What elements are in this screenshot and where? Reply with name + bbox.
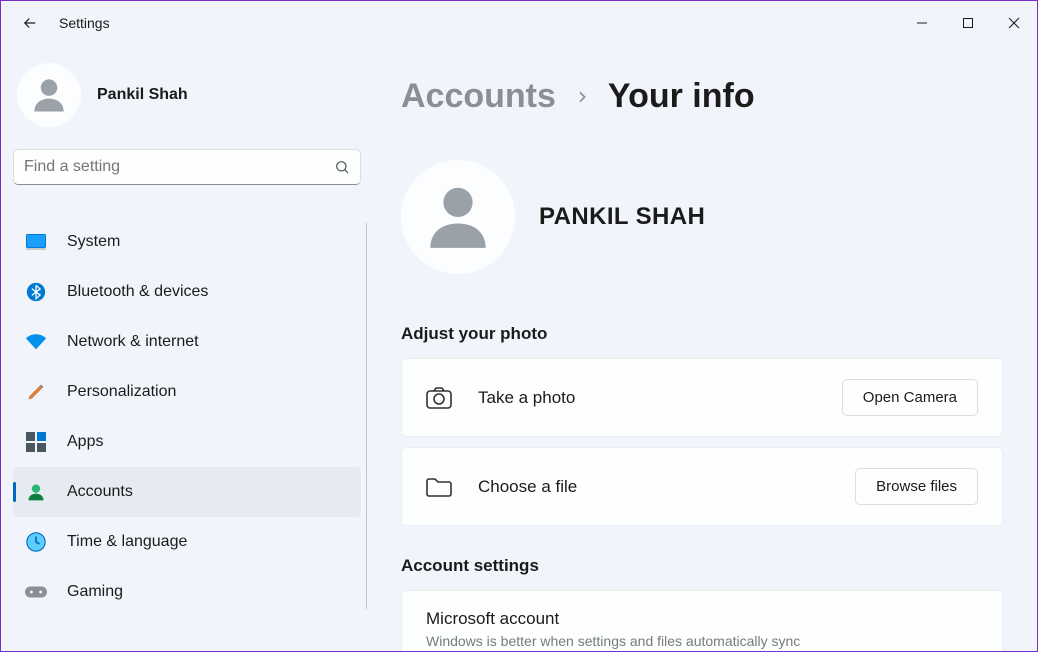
profile-name: PANKIL SHAH bbox=[539, 203, 705, 231]
gamepad-icon bbox=[25, 581, 47, 603]
wifi-icon bbox=[25, 331, 47, 353]
system-icon bbox=[25, 231, 47, 253]
clock-globe-icon bbox=[25, 531, 47, 553]
person-icon bbox=[419, 178, 497, 256]
ms-account-subtitle: Windows is better when settings and file… bbox=[426, 633, 978, 649]
sidebar-item-label: System bbox=[67, 233, 120, 251]
window-controls bbox=[899, 1, 1037, 45]
sidebar-item-apps[interactable]: Apps bbox=[13, 417, 361, 467]
sidebar-item-label: Personalization bbox=[67, 383, 176, 401]
arrow-left-icon bbox=[21, 14, 39, 32]
breadcrumb: Accounts Your info bbox=[401, 77, 1003, 116]
take-photo-label: Take a photo bbox=[478, 388, 816, 408]
section-title-account: Account settings bbox=[401, 556, 1003, 576]
titlebar: Settings bbox=[1, 1, 1037, 45]
microsoft-account-card[interactable]: Microsoft account Windows is better when… bbox=[401, 590, 1003, 651]
nav-list: System Bluetooth & devices Network & int… bbox=[13, 217, 361, 617]
ms-account-title: Microsoft account bbox=[426, 609, 978, 629]
bluetooth-icon bbox=[25, 281, 47, 303]
open-camera-button[interactable]: Open Camera bbox=[842, 379, 978, 416]
sidebar-item-label: Bluetooth & devices bbox=[67, 283, 208, 301]
browse-files-button[interactable]: Browse files bbox=[855, 468, 978, 505]
sidebar-item-bluetooth[interactable]: Bluetooth & devices bbox=[13, 267, 361, 317]
sidebar-item-time-language[interactable]: Time & language bbox=[13, 517, 361, 567]
choose-file-card: Choose a file Browse files bbox=[401, 447, 1003, 526]
accounts-icon bbox=[25, 481, 47, 503]
sidebar-item-accounts[interactable]: Accounts bbox=[13, 467, 361, 517]
person-icon bbox=[27, 73, 71, 117]
paintbrush-icon bbox=[25, 381, 47, 403]
maximize-icon bbox=[962, 17, 974, 29]
avatar bbox=[17, 63, 81, 127]
minimize-icon bbox=[916, 17, 928, 29]
folder-icon bbox=[426, 474, 452, 500]
sidebar-item-label: Apps bbox=[67, 433, 103, 451]
close-button[interactable] bbox=[991, 1, 1037, 45]
take-photo-card: Take a photo Open Camera bbox=[401, 358, 1003, 437]
close-icon bbox=[1008, 17, 1020, 29]
sidebar-item-label: Network & internet bbox=[67, 333, 199, 351]
nav-divider bbox=[366, 223, 367, 609]
sidebar-item-personalization[interactable]: Personalization bbox=[13, 367, 361, 417]
sidebar: Pankil Shah System Bluetooth & devices bbox=[1, 45, 363, 651]
sidebar-user-name: Pankil Shah bbox=[97, 86, 188, 104]
sidebar-item-network[interactable]: Network & internet bbox=[13, 317, 361, 367]
breadcrumb-parent[interactable]: Accounts bbox=[401, 77, 556, 116]
sidebar-item-label: Time & language bbox=[67, 533, 187, 551]
section-title-photo: Adjust your photo bbox=[401, 324, 1003, 344]
sidebar-item-gaming[interactable]: Gaming bbox=[13, 567, 361, 617]
sidebar-item-label: Gaming bbox=[67, 583, 123, 601]
back-button[interactable] bbox=[15, 8, 45, 38]
sidebar-item-system[interactable]: System bbox=[13, 217, 361, 267]
search-input[interactable] bbox=[24, 158, 334, 176]
window-title: Settings bbox=[59, 15, 110, 31]
choose-file-label: Choose a file bbox=[478, 477, 829, 497]
apps-icon bbox=[25, 431, 47, 453]
main-content: Accounts Your info PANKIL SHAH Adjust yo… bbox=[363, 45, 1037, 651]
camera-icon bbox=[426, 385, 452, 411]
maximize-button[interactable] bbox=[945, 1, 991, 45]
minimize-button[interactable] bbox=[899, 1, 945, 45]
content: Pankil Shah System Bluetooth & devices bbox=[1, 45, 1037, 651]
profile-avatar bbox=[401, 160, 515, 274]
profile-header: PANKIL SHAH bbox=[401, 160, 1003, 274]
sidebar-item-label: Accounts bbox=[67, 483, 133, 501]
chevron-right-icon bbox=[574, 89, 590, 105]
sidebar-user[interactable]: Pankil Shah bbox=[13, 57, 363, 149]
breadcrumb-current: Your info bbox=[608, 77, 755, 116]
search-box[interactable] bbox=[13, 149, 361, 185]
search-icon bbox=[334, 159, 350, 175]
